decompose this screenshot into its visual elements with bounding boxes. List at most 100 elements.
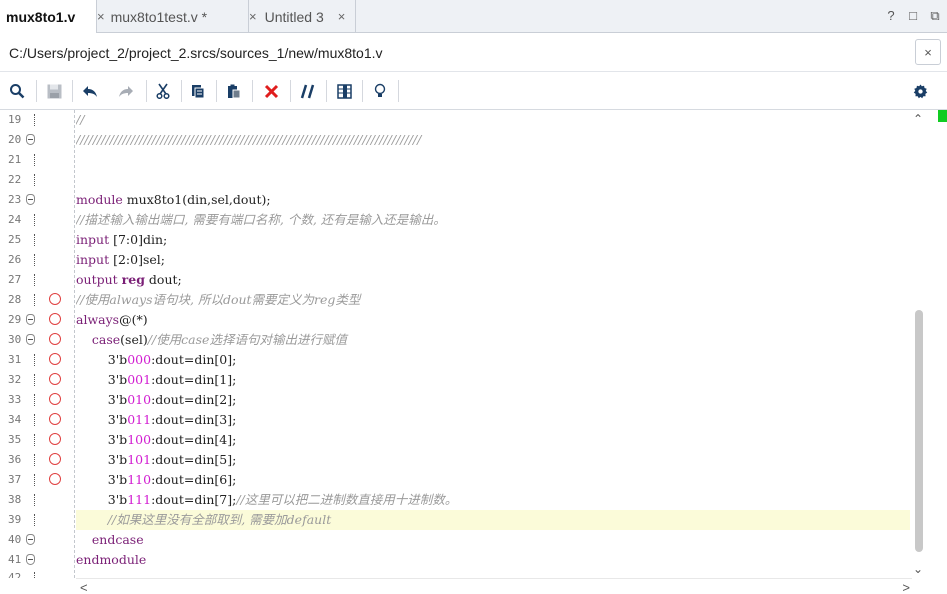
breakpoint-icon[interactable] xyxy=(49,413,61,425)
scroll-down-icon[interactable]: ⌄ xyxy=(913,562,923,576)
close-tab-icon[interactable]: × xyxy=(249,9,257,24)
keyword: always xyxy=(76,312,120,327)
fold-marker-icon[interactable] xyxy=(26,314,35,325)
code-editor[interactable]: 19 20 21 22 23 24 25 26 27 28 29 30 31 3… xyxy=(0,110,947,594)
block-select-icon[interactable] xyxy=(334,81,354,101)
code-line: 3'b111:dout=din[7];//这里可以把二进制数直接用十进制数。 xyxy=(76,490,910,510)
fold-marker-icon[interactable] xyxy=(26,334,35,345)
maximize-icon[interactable]: □ xyxy=(907,8,919,24)
code-line: 3'b010:dout=din[2]; xyxy=(76,390,910,410)
fold-guide xyxy=(34,414,35,426)
line-number: 23 xyxy=(8,193,22,206)
breakpoint-icon[interactable] xyxy=(49,433,61,445)
toolbar-separator xyxy=(216,80,217,102)
gutter-line: 40 xyxy=(0,530,74,550)
line-number: 41 xyxy=(8,553,22,566)
cut-icon[interactable] xyxy=(153,81,173,101)
toolbar-separator xyxy=(72,80,73,102)
close-tab-icon[interactable]: × xyxy=(97,9,105,24)
editor-tab-bar: mux8to1.v × mux8to1test.v * × Untitled 3… xyxy=(0,0,947,33)
line-number: 34 xyxy=(8,413,22,426)
code-text: :dout=din[3]; xyxy=(151,412,237,427)
gutter-line: 42 xyxy=(0,568,74,578)
code-line: // xyxy=(76,110,910,130)
fold-guide xyxy=(34,474,35,486)
breakpoint-icon[interactable] xyxy=(49,353,61,365)
gutter-line: 26 xyxy=(0,250,74,270)
breakpoint-icon[interactable] xyxy=(49,313,61,325)
scroll-right-icon[interactable]: > xyxy=(902,580,910,594)
code-text-area[interactable]: // /////////////////////////////////////… xyxy=(76,110,910,578)
gutter-line: 20 xyxy=(0,130,74,150)
close-file-button[interactable]: × xyxy=(915,39,941,65)
code-text: 3'b xyxy=(107,412,128,427)
fold-marker-icon[interactable] xyxy=(26,134,35,145)
copy-icon[interactable] xyxy=(188,81,208,101)
toolbar-separator xyxy=(181,80,182,102)
paste-icon[interactable] xyxy=(224,81,244,101)
code-text: [2:0]sel; xyxy=(109,252,165,267)
settings-icon[interactable] xyxy=(910,81,930,101)
breakpoint-icon[interactable] xyxy=(49,453,61,465)
keyword: output xyxy=(76,272,118,287)
fold-marker-icon[interactable] xyxy=(26,534,35,545)
line-number: 19 xyxy=(8,113,22,126)
comment-toggle-icon[interactable] xyxy=(298,81,318,101)
save-icon[interactable] xyxy=(44,81,64,101)
fold-guide xyxy=(34,154,35,166)
search-icon[interactable] xyxy=(7,81,27,101)
code-line: always@(*) xyxy=(76,310,910,330)
code-text: :dout=din[2]; xyxy=(151,392,237,407)
undo-icon[interactable] xyxy=(80,81,100,101)
code-text: 3'b xyxy=(107,352,128,367)
tab-mux8to1[interactable]: mux8to1.v xyxy=(0,0,97,33)
code-text: mux8to1(din,sel,dout); xyxy=(122,192,271,207)
gutter-line: 36 xyxy=(0,450,74,470)
code-line: ////////////////////////////////////////… xyxy=(76,130,910,150)
breakpoint-icon[interactable] xyxy=(49,333,61,345)
close-tab-icon[interactable]: × xyxy=(338,9,346,24)
code-line: input [7:0]din; xyxy=(76,230,910,250)
number-literal: 010 xyxy=(127,392,152,407)
code-text: 3'b xyxy=(107,392,128,407)
breakpoint-icon[interactable] xyxy=(49,373,61,385)
breakpoint-icon[interactable] xyxy=(49,473,61,485)
horizontal-scrollbar[interactable]: < > xyxy=(76,578,912,594)
line-number: 35 xyxy=(8,433,22,446)
help-icon[interactable]: ? xyxy=(885,8,897,24)
line-number: 39 xyxy=(8,513,22,526)
bulb-icon[interactable] xyxy=(370,81,390,101)
scrollbar-thumb[interactable] xyxy=(915,310,923,552)
keyword: module xyxy=(76,192,123,207)
vertical-scrollbar[interactable]: ⌃ ⌄ xyxy=(911,110,927,578)
code-text: 3'b xyxy=(107,452,128,467)
comment: //这里可以把二进制数直接用十进制数。 xyxy=(236,492,458,507)
toolbar-separator xyxy=(290,80,291,102)
scroll-up-icon[interactable]: ⌃ xyxy=(913,112,923,126)
code-text: 3'b xyxy=(107,432,128,447)
code-text: 3'b xyxy=(107,472,128,487)
fold-guide xyxy=(34,174,35,186)
code-text: dout; xyxy=(144,272,182,287)
code-line: endmodule xyxy=(76,550,910,570)
fold-guide xyxy=(34,354,35,366)
delete-icon[interactable] xyxy=(261,81,281,101)
gutter-line: 23 xyxy=(0,190,74,210)
overview-status-marker xyxy=(938,110,947,122)
number-literal: 000 xyxy=(127,352,152,367)
restore-icon[interactable]: ⧉ xyxy=(929,8,941,24)
number-literal: 101 xyxy=(127,452,152,467)
fold-marker-icon[interactable] xyxy=(26,194,35,205)
breakpoint-icon[interactable] xyxy=(49,393,61,405)
number-literal: 100 xyxy=(127,432,152,447)
breakpoint-icon[interactable] xyxy=(49,293,61,305)
fold-marker-icon[interactable] xyxy=(26,554,35,565)
fold-guide xyxy=(34,274,35,286)
toolbar-separator xyxy=(398,80,399,102)
tab-mux8to1test[interactable]: × mux8to1test.v * xyxy=(97,0,249,33)
tab-untitled-3[interactable]: × Untitled 3 × xyxy=(249,0,356,33)
toolbar-separator xyxy=(252,80,253,102)
redo-icon[interactable] xyxy=(116,81,136,101)
scroll-left-icon[interactable]: < xyxy=(80,580,88,594)
code-text: :dout=din[0]; xyxy=(151,352,237,367)
